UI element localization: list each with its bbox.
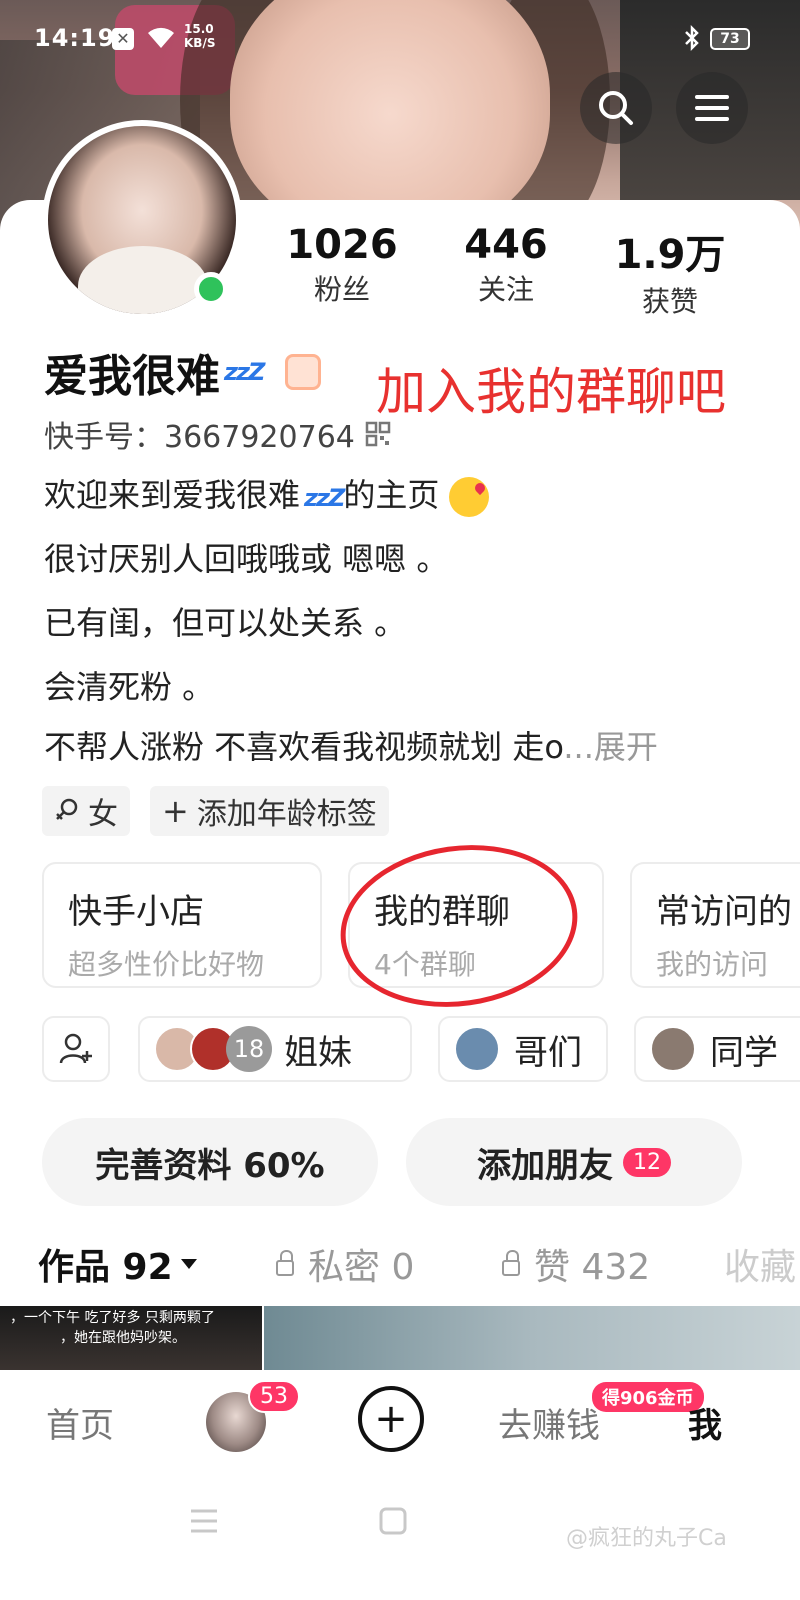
gender-tag: 女	[42, 786, 130, 836]
profile-name-row: 爱我很难 zzZ	[44, 340, 322, 404]
tab-liked-label: 赞 432	[534, 1247, 651, 1288]
nav-home[interactable]: 首页	[46, 1398, 114, 1447]
network-speed: 15.0 KB/S	[184, 22, 215, 50]
member-avatar	[650, 1026, 696, 1072]
complete-profile-label: 完善资料 60%	[95, 1145, 325, 1186]
following-label: 关注	[477, 273, 534, 306]
profile-badge-icon[interactable]	[285, 354, 322, 390]
nav-messages-badge: 53	[248, 1380, 300, 1413]
sleep-emoji-icon: zzZ	[224, 358, 265, 386]
tab-favorites[interactable]: 收藏	[724, 1238, 796, 1290]
search-icon	[599, 91, 633, 125]
nav-create-button[interactable]: +	[358, 1386, 424, 1452]
bio-line-3: 已有闺，但可以处关系 。	[44, 604, 407, 642]
bio-line-1-suffix: 的主页	[343, 476, 440, 514]
group-chip-brothers-label: 哥们	[514, 1032, 582, 1073]
card-frequent-visits[interactable]: 常访问的 我的访问	[630, 862, 800, 988]
video-caption-line-2: ，她在跟他妈吵架。	[60, 1330, 186, 1346]
add-friends-count-badge: 12	[623, 1147, 671, 1177]
nav-me[interactable]: 我	[688, 1398, 722, 1447]
gender-tag-label: 女	[88, 797, 118, 832]
bio-line-5: 不帮人涨粉 不喜欢看我视频就划 走o...展开	[44, 722, 658, 768]
card-kwai-shop-subtitle: 超多性价比好物	[68, 948, 265, 981]
card-kwai-shop[interactable]: 快手小店 超多性价比好物	[42, 862, 322, 988]
female-icon	[56, 798, 78, 820]
video-caption-line-1: ，一个下午 吃了好多 只剩两颗了	[10, 1310, 215, 1326]
system-home-icon[interactable]	[378, 1506, 408, 1536]
bio-line-2: 很讨厌别人回哦哦或 嗯嗯 。	[44, 540, 449, 578]
tab-liked[interactable]: 赞 432	[502, 1238, 650, 1290]
qr-code-icon[interactable]	[365, 421, 391, 447]
bio-line-1: 欢迎来到爱我很难 zzZ的主页	[44, 470, 490, 517]
overlay-caption: 加入我的群聊吧	[376, 363, 726, 421]
video-thumbnail[interactable]	[264, 1306, 800, 1370]
notification-icon: ✕	[112, 28, 134, 50]
video-caption: ，一个下午 吃了好多 只剩两颗了 ，她在跟他妈吵架。	[0, 1306, 262, 1350]
lock-icon	[276, 1250, 294, 1276]
status-time: 14:19	[34, 24, 116, 52]
kwai-id[interactable]: 快手号：3667920764	[44, 412, 391, 456]
tab-favorites-label: 收藏	[724, 1247, 797, 1288]
tab-works-label: 作品 92	[38, 1247, 173, 1288]
avatar-body	[78, 246, 208, 314]
likes-count: 1.9万	[614, 232, 726, 278]
followers-label: 粉丝	[313, 273, 370, 306]
bottom-navigation: 首页 53 + 去赚钱 得906金币 我 @疯狂的丸子Ca	[0, 1370, 800, 1600]
battery-level: 73	[710, 28, 750, 50]
group-chip-classmates-label: 同学	[710, 1032, 778, 1073]
sleep-emoji-icon: zzZ	[304, 484, 345, 512]
add-friend-icon-button[interactable]	[42, 1016, 110, 1082]
add-friends-button[interactable]: 添加朋友 12	[406, 1118, 742, 1206]
group-chip-sisters-label: 姐妹	[284, 1032, 352, 1073]
online-status-dot	[194, 272, 228, 306]
followers-count: 1026	[286, 222, 398, 268]
stat-following[interactable]: 446 关注	[436, 222, 576, 308]
add-friends-label: 添加朋友	[477, 1145, 613, 1186]
add-age-tag-button[interactable]: + 添加年龄标签	[150, 786, 389, 836]
network-speed-value: 15.0	[184, 22, 214, 36]
system-menu-icon[interactable]	[188, 1506, 220, 1536]
stat-likes[interactable]: 1.9万 获赞	[600, 222, 740, 320]
member-avatar	[454, 1026, 500, 1072]
following-count: 446	[464, 222, 548, 268]
menu-icon	[695, 95, 729, 121]
member-count: 18	[226, 1026, 272, 1072]
add-age-tag-label: 添加年龄标签	[196, 797, 377, 832]
bluetooth-icon	[682, 24, 702, 58]
plus-icon: +	[162, 792, 189, 830]
kiss-emoji-icon	[449, 477, 490, 517]
watermark: @疯狂的丸子Ca	[566, 1526, 727, 1551]
add-person-icon	[59, 1033, 92, 1064]
tab-private[interactable]: 私密 0	[276, 1238, 414, 1290]
works-grid: ，一个下午 吃了好多 只剩两颗了 ，她在跟他妈吵架。	[0, 1306, 800, 1370]
bio-line-1-text: 欢迎来到爱我很难	[44, 476, 301, 514]
search-button[interactable]	[580, 72, 652, 144]
video-thumbnail[interactable]: ，一个下午 吃了好多 只剩两颗了 ，她在跟他妈吵架。	[0, 1306, 262, 1370]
tab-works[interactable]: 作品 92	[38, 1238, 197, 1290]
bio-line-5-text: 不帮人涨粉 不喜欢看我视频就划 走o	[44, 728, 564, 766]
group-chip-classmates[interactable]: 同学	[634, 1016, 800, 1082]
menu-button[interactable]	[676, 72, 748, 144]
complete-profile-button[interactable]: 完善资料 60%	[42, 1118, 378, 1206]
tab-private-label: 私密 0	[308, 1247, 415, 1288]
group-chip-sisters[interactable]: 18 姐妹	[138, 1016, 412, 1082]
card-frequent-visits-subtitle: 我的访问	[656, 948, 769, 981]
wifi-icon	[146, 24, 176, 56]
dropdown-caret-icon	[180, 1259, 197, 1269]
status-bar: 14:19 ✕ 15.0 KB/S 73	[0, 18, 800, 58]
coin-reward-badge: 得906金币	[592, 1382, 704, 1412]
group-chip-brothers[interactable]: 哥们	[438, 1016, 608, 1082]
bio-line-4: 会清死粉 。	[44, 668, 215, 706]
network-speed-unit: KB/S	[184, 36, 216, 50]
card-kwai-shop-title: 快手小店	[68, 892, 204, 932]
kwai-id-text: 快手号：3667920764	[44, 420, 355, 455]
profile-name: 爱我很难	[44, 351, 220, 402]
card-frequent-visits-title: 常访问的	[656, 892, 792, 932]
lock-icon	[502, 1250, 520, 1276]
likes-label: 获赞	[641, 285, 698, 318]
stat-followers[interactable]: 1026 粉丝	[272, 222, 412, 308]
nav-earn[interactable]: 去赚钱	[498, 1398, 600, 1447]
expand-bio-link[interactable]: ...展开	[563, 728, 658, 766]
plus-icon: +	[374, 1396, 408, 1442]
